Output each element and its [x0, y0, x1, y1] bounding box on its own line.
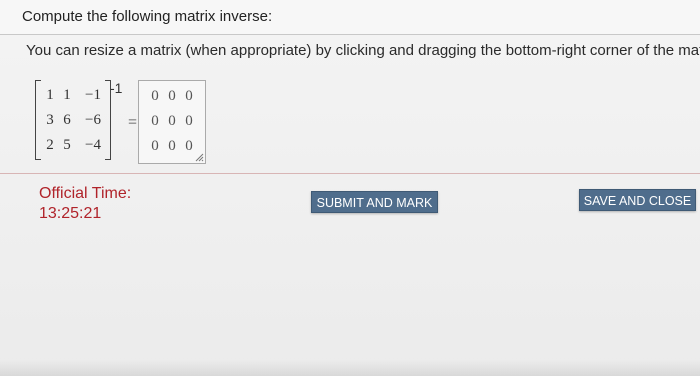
section-divider — [0, 173, 700, 174]
answer-cell[interactable]: 0 — [163, 84, 181, 108]
answer-cell[interactable]: 0 — [180, 109, 198, 133]
question-header: Compute the following matrix inverse: — [0, 0, 700, 35]
inverse-exponent: -1 — [110, 80, 123, 96]
answer-matrix[interactable]: 0 0 0 0 0 0 0 0 0 — [138, 80, 206, 164]
resize-instruction: You can resize a matrix (when appropriat… — [26, 42, 700, 59]
question-matrix: 1 1 −1 3 6 −6 2 5 −4 — [35, 80, 111, 160]
save-and-close-button[interactable]: SAVE AND CLOSE — [579, 189, 696, 211]
timer-value: 13:25:21 — [39, 205, 102, 222]
matrix-cell: 3 — [46, 112, 54, 128]
timer-label: Official Time: — [39, 185, 132, 202]
matrix-cell: 2 — [46, 137, 54, 153]
resize-corner-icon[interactable] — [195, 153, 204, 162]
matrix-cell: 1 — [63, 87, 71, 103]
matrix-row: 3 6 −6 — [35, 108, 111, 132]
answer-cell[interactable]: 0 — [180, 84, 198, 108]
question-page: Compute the following matrix inverse: Yo… — [0, 0, 700, 376]
answer-row: 0 0 0 — [139, 84, 205, 108]
matrix-cell: −1 — [85, 87, 101, 103]
answer-cell[interactable]: 0 — [146, 109, 164, 133]
answer-cell[interactable]: 0 — [146, 84, 164, 108]
answer-cell[interactable]: 0 — [163, 134, 181, 158]
matrix-cell: −6 — [85, 112, 101, 128]
answer-cell[interactable]: 0 — [163, 109, 181, 133]
submit-and-mark-button[interactable]: SUBMIT AND MARK — [311, 191, 438, 213]
matrix-row: 1 1 −1 — [35, 83, 111, 107]
matrix-cell: 5 — [63, 137, 71, 153]
matrix-cell: −4 — [85, 137, 101, 153]
matrix-cell: 6 — [63, 112, 71, 128]
matrix-cell: 1 — [46, 87, 54, 103]
matrix-row: 2 5 −4 — [35, 133, 111, 157]
equals-sign: = — [128, 114, 138, 131]
answer-row: 0 0 0 — [139, 109, 205, 133]
page-title: Compute the following matrix inverse: — [22, 8, 273, 25]
bottom-shadow — [0, 360, 700, 376]
answer-cell[interactable]: 0 — [146, 134, 164, 158]
